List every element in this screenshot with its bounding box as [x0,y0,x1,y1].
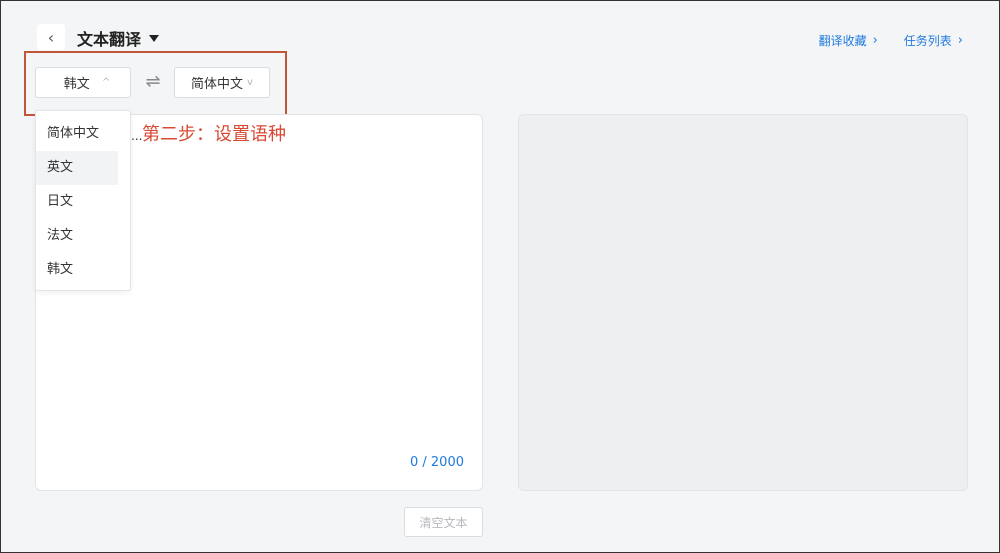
page-title-text: 文本翻译 [77,30,142,49]
back-button[interactable]: ‹ [37,24,65,50]
dropdown-item-simplified-chinese[interactable]: 简体中文 [36,117,118,151]
favorites-link[interactable]: 翻译收藏 › [819,32,878,49]
page-title[interactable]: 文本翻译 [77,26,160,50]
target-language-select[interactable]: 简体中文 v [174,67,270,98]
chevron-down-icon: v [247,77,253,88]
dropdown-item-japanese[interactable]: 日文 [36,185,118,219]
app-frame: ‹ 文本翻译 翻译收藏 › 任务列表 › 韩文 ^ ⇌ 简体中文 v 0 / 2… [0,0,1000,553]
favorites-link-label: 翻译收藏 [818,34,867,48]
source-language-dropdown: 简体中文 英文 日文 法文 韩文 [35,110,131,291]
dropdown-item-french[interactable]: 法文 [36,219,118,253]
task-list-link-label: 任务列表 [903,34,952,48]
source-language-select[interactable]: 韩文 ^ [35,67,131,98]
step-annotation: 第二步：设置语种 [142,124,286,145]
placeholder-ellipsis: ... [131,129,143,143]
source-language-label: 韩文 [63,77,90,92]
chevron-right-icon: › [872,33,878,48]
caret-down-icon[interactable] [149,34,160,42]
swap-languages-icon[interactable]: ⇌ [141,71,165,93]
chevron-right-icon: › [957,33,963,48]
target-language-label: 简体中文 [191,77,244,92]
header-links: 翻译收藏 › 任务列表 › [819,32,963,49]
dropdown-item-english[interactable]: 英文 [36,151,118,185]
translation-result-area [518,114,968,491]
chevron-up-icon: ^ [101,77,111,88]
task-list-link[interactable]: 任务列表 › [904,32,963,49]
chevron-left-icon: ‹ [47,27,55,47]
char-count: 0 / 2000 [410,455,464,470]
dropdown-item-korean[interactable]: 韩文 [36,253,118,287]
clear-text-button[interactable]: 清空文本 [404,507,483,537]
